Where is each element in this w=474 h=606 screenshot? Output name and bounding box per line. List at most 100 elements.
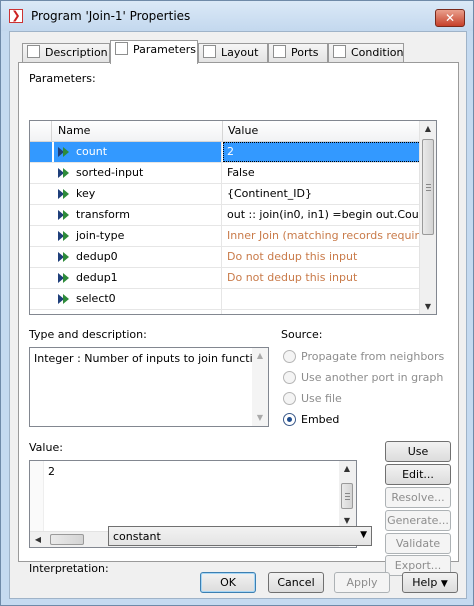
param-value[interactable]: 2 xyxy=(223,142,425,162)
tab-checkbox-layout[interactable] xyxy=(203,45,216,58)
interpretation-value: constant xyxy=(113,530,161,543)
tab-checkbox-description[interactable] xyxy=(27,45,40,58)
column-header-value[interactable]: Value xyxy=(228,124,258,137)
tab-description[interactable]: Description xyxy=(22,43,110,63)
table-vertical-scrollbar[interactable]: ▲ ▼ xyxy=(419,121,436,314)
column-header-name[interactable]: Name xyxy=(58,124,90,137)
validate-button[interactable]: Validate xyxy=(385,533,451,554)
param-name: dedup1 xyxy=(76,271,118,284)
param-name-cell[interactable]: select0 xyxy=(54,289,222,309)
help-button[interactable]: Help ▼ xyxy=(402,572,458,593)
tab-parameters[interactable]: Parameters xyxy=(110,40,198,64)
param-name-cell[interactable]: sorted-input xyxy=(54,163,222,183)
scroll-thumb[interactable] xyxy=(422,139,434,235)
table-row[interactable]: key {Continent_ID} xyxy=(30,184,426,205)
radio-use-file[interactable] xyxy=(283,392,296,405)
table-row[interactable]: count 2 xyxy=(30,142,426,163)
source-label: Source: xyxy=(281,328,323,341)
param-name-cell[interactable]: count xyxy=(54,142,222,162)
table-row[interactable]: dedup0 Do not dedup this input xyxy=(30,247,426,268)
row-header[interactable] xyxy=(30,163,52,183)
apply-button[interactable]: Apply xyxy=(334,572,390,593)
use-default-button[interactable]: Use Default xyxy=(385,441,451,477)
tab-checkbox-ports[interactable] xyxy=(273,45,286,58)
param-name: sorted-input xyxy=(76,166,144,179)
param-name: dedup0 xyxy=(76,250,118,263)
scroll-thumb[interactable] xyxy=(341,483,353,509)
interpretation-label: Interpretation: xyxy=(29,562,109,575)
type-description-label: Type and description: xyxy=(29,328,147,341)
radio-another-port[interactable] xyxy=(283,371,296,384)
radio-another-port-label: Use another port in graph xyxy=(301,371,444,384)
param-name: key xyxy=(76,187,96,200)
row-header[interactable] xyxy=(30,247,52,267)
row-header[interactable] xyxy=(30,289,52,309)
tab-label: Parameters xyxy=(133,43,196,56)
value-vertical-scrollbar[interactable]: ▲ ▼ xyxy=(339,461,356,531)
ok-button[interactable]: OK xyxy=(200,572,256,593)
table-row[interactable]: select0 xyxy=(30,289,426,310)
table-row[interactable]: join-type Inner Join (matching records re… xyxy=(30,226,426,247)
scroll-down-icon[interactable]: ▼ xyxy=(252,410,268,426)
row-header[interactable] xyxy=(30,226,52,246)
table-row[interactable]: transform out :: join(in0, in1) =begin ou… xyxy=(30,205,426,226)
tab-condition[interactable]: Condition xyxy=(328,43,404,63)
cancel-button[interactable]: Cancel xyxy=(268,572,324,593)
param-value[interactable]: Do not dedup this input xyxy=(223,271,425,284)
parameters-panel: Parameters: Name Value count 2 sorted-inpu… xyxy=(18,62,459,576)
generate-button[interactable]: Generate... xyxy=(385,510,451,531)
param-value[interactable]: Inner Join (matching records required on… xyxy=(223,229,425,242)
program-icon: ❯ xyxy=(9,9,23,23)
scroll-left-icon[interactable]: ◀ xyxy=(30,532,46,548)
parameter-icon xyxy=(58,273,69,283)
close-button[interactable]: ✕ xyxy=(435,9,465,27)
description-scrollbar[interactable]: ▲ ▼ xyxy=(252,348,268,426)
scroll-thumb[interactable] xyxy=(50,534,84,545)
scroll-up-icon[interactable]: ▲ xyxy=(420,121,436,137)
edit-button[interactable]: Edit... xyxy=(385,464,451,485)
help-label: Help xyxy=(412,576,438,589)
table-header: Name Value xyxy=(30,121,426,142)
param-value[interactable]: Do not dedup this input xyxy=(223,250,425,263)
tab-ports[interactable]: Ports xyxy=(268,43,328,63)
row-header[interactable] xyxy=(30,205,52,225)
tab-layout[interactable]: Layout xyxy=(198,43,268,63)
row-header[interactable] xyxy=(30,184,52,204)
title-bar[interactable]: ❯ Program 'Join-1' Properties ✕ xyxy=(1,1,473,31)
param-value[interactable]: {Continent_ID} xyxy=(223,187,425,200)
param-name-cell[interactable]: dedup1 xyxy=(54,268,222,288)
param-name-cell[interactable]: key xyxy=(54,184,222,204)
resolve-button[interactable]: Resolve... xyxy=(385,487,451,508)
parameter-icon xyxy=(58,231,69,241)
row-header[interactable] xyxy=(30,268,52,288)
param-name: count xyxy=(76,145,108,158)
table-row[interactable]: dedup1 Do not dedup this input xyxy=(30,268,426,289)
window-title: Program 'Join-1' Properties xyxy=(31,9,191,23)
table-row[interactable]: sorted-input False xyxy=(30,163,426,184)
properties-dialog: ❯ Program 'Join-1' Properties ✕ Descript… xyxy=(0,0,474,606)
parameter-icon xyxy=(58,252,69,262)
param-name: join-type xyxy=(76,229,125,242)
tab-label: Description xyxy=(45,46,108,59)
tab-checkbox-condition[interactable] xyxy=(333,45,346,58)
value-text[interactable]: 2 xyxy=(48,465,55,478)
scroll-down-icon[interactable]: ▼ xyxy=(420,299,436,314)
param-name-cell[interactable]: join-type xyxy=(54,226,222,246)
tab-checkbox-parameters[interactable] xyxy=(115,42,128,55)
table-row-partial xyxy=(30,310,426,314)
tab-strip: Description Parameters Layout Ports Cond… xyxy=(18,40,458,64)
interpretation-select[interactable]: constant ▼ xyxy=(108,526,372,546)
value-label: Value: xyxy=(29,441,63,454)
radio-propagate[interactable] xyxy=(283,350,296,363)
scroll-up-icon[interactable]: ▲ xyxy=(252,348,268,364)
param-value[interactable]: out :: join(in0, in1) =begin out.Country… xyxy=(223,208,425,221)
radio-embed[interactable] xyxy=(283,413,296,426)
tab-label: Ports xyxy=(291,46,319,59)
param-name-cell[interactable]: dedup0 xyxy=(54,247,222,267)
row-header[interactable] xyxy=(30,142,52,162)
scroll-up-icon[interactable]: ▲ xyxy=(339,461,355,477)
param-value[interactable]: False xyxy=(223,166,425,179)
parameter-icon xyxy=(58,210,69,220)
radio-use-file-label: Use file xyxy=(301,392,342,405)
param-name-cell[interactable]: transform xyxy=(54,205,222,225)
